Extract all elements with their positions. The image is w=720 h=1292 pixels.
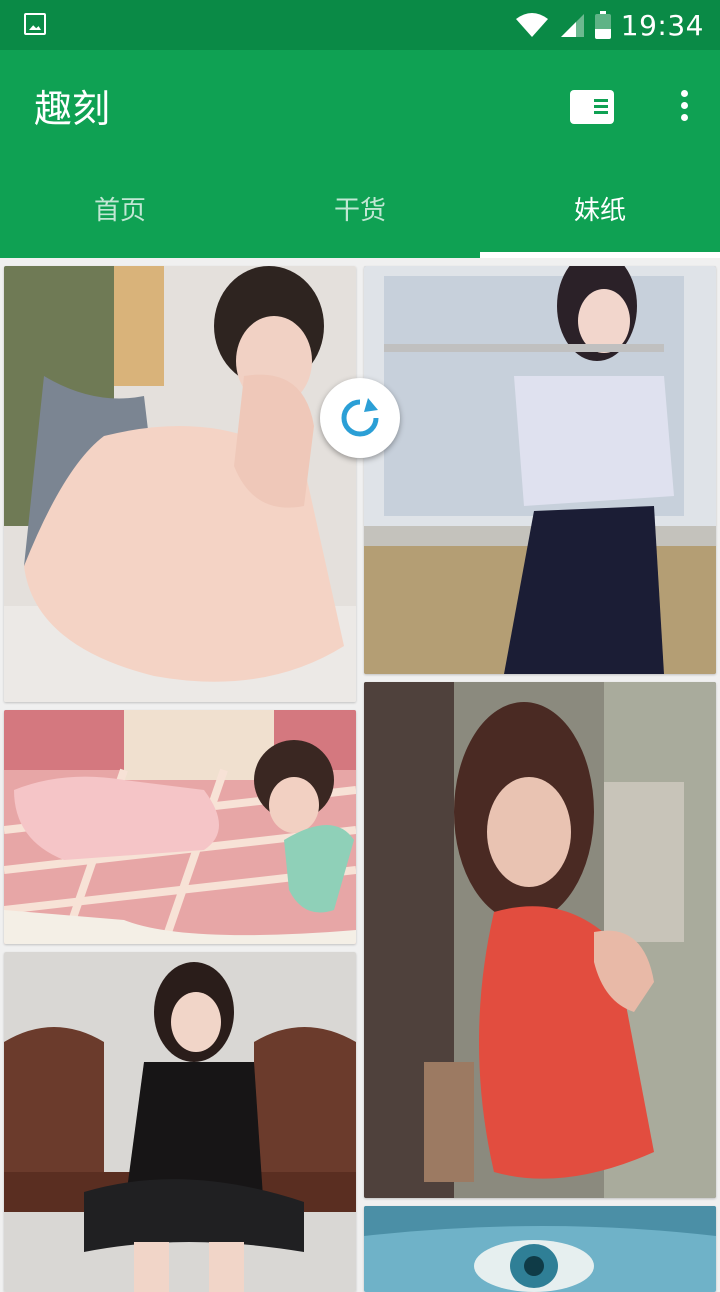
tab-indicator bbox=[480, 252, 720, 258]
view-toggle-icon[interactable] bbox=[570, 90, 614, 124]
photo-girl-closeup-eyes[interactable] bbox=[364, 1206, 716, 1292]
photo-image bbox=[4, 952, 356, 1292]
tab-girls-label: 妹纸 bbox=[573, 196, 626, 226]
refresh-indicator bbox=[320, 378, 400, 458]
tab-home-label: 首页 bbox=[93, 196, 146, 226]
tab-bar: 首页 干货 妹纸 bbox=[0, 178, 720, 258]
tab-dry-goods-label: 干货 bbox=[333, 196, 386, 226]
tab-girls[interactable]: 妹纸 bbox=[480, 178, 720, 258]
status-time: 19:34 bbox=[620, 8, 704, 42]
photo-image bbox=[364, 1206, 716, 1292]
photo-image bbox=[364, 682, 716, 1198]
cell-signal-icon bbox=[560, 14, 584, 37]
tab-dry-goods[interactable]: 干货 bbox=[240, 178, 480, 258]
photo-image bbox=[4, 710, 356, 944]
battery-icon bbox=[594, 11, 611, 39]
photo-girl-playing-flute[interactable] bbox=[364, 266, 716, 674]
status-icons: 19:34 bbox=[515, 8, 704, 42]
wifi-icon bbox=[515, 13, 548, 37]
photo-girl-black-dress-bench[interactable] bbox=[4, 952, 356, 1292]
photo-girl-sitting-knees-up[interactable] bbox=[4, 266, 356, 702]
photo-girl-red-dress-wall[interactable] bbox=[364, 682, 716, 1198]
tab-home[interactable]: 首页 bbox=[0, 178, 240, 258]
more-vert-icon[interactable] bbox=[674, 90, 694, 124]
status-bar: 19:34 bbox=[0, 0, 720, 50]
app-title: 趣刻 bbox=[34, 87, 111, 131]
image-notification-icon bbox=[24, 13, 46, 35]
app-bar: 趣刻 首页 干货 妹纸 bbox=[0, 50, 720, 258]
photo-image bbox=[4, 266, 356, 702]
photo-girl-lying-on-bed[interactable] bbox=[4, 710, 356, 944]
refresh-icon bbox=[341, 398, 379, 437]
photo-image bbox=[364, 266, 716, 674]
